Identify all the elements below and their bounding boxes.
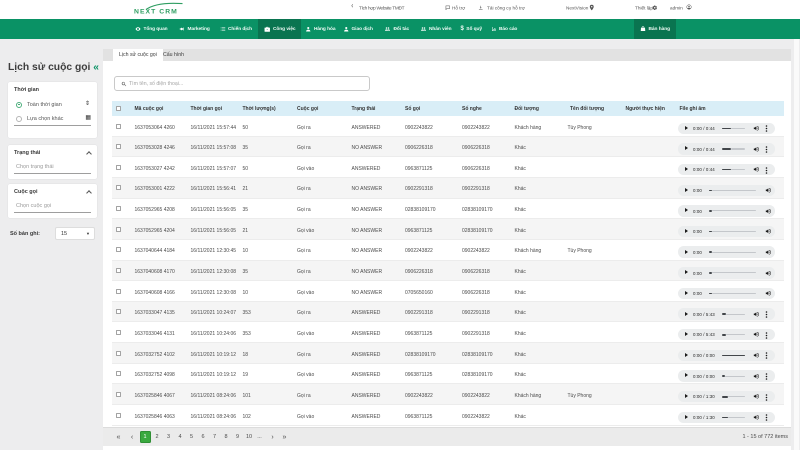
svg-text:NEXT CRM: NEXT CRM bbox=[134, 8, 178, 15]
